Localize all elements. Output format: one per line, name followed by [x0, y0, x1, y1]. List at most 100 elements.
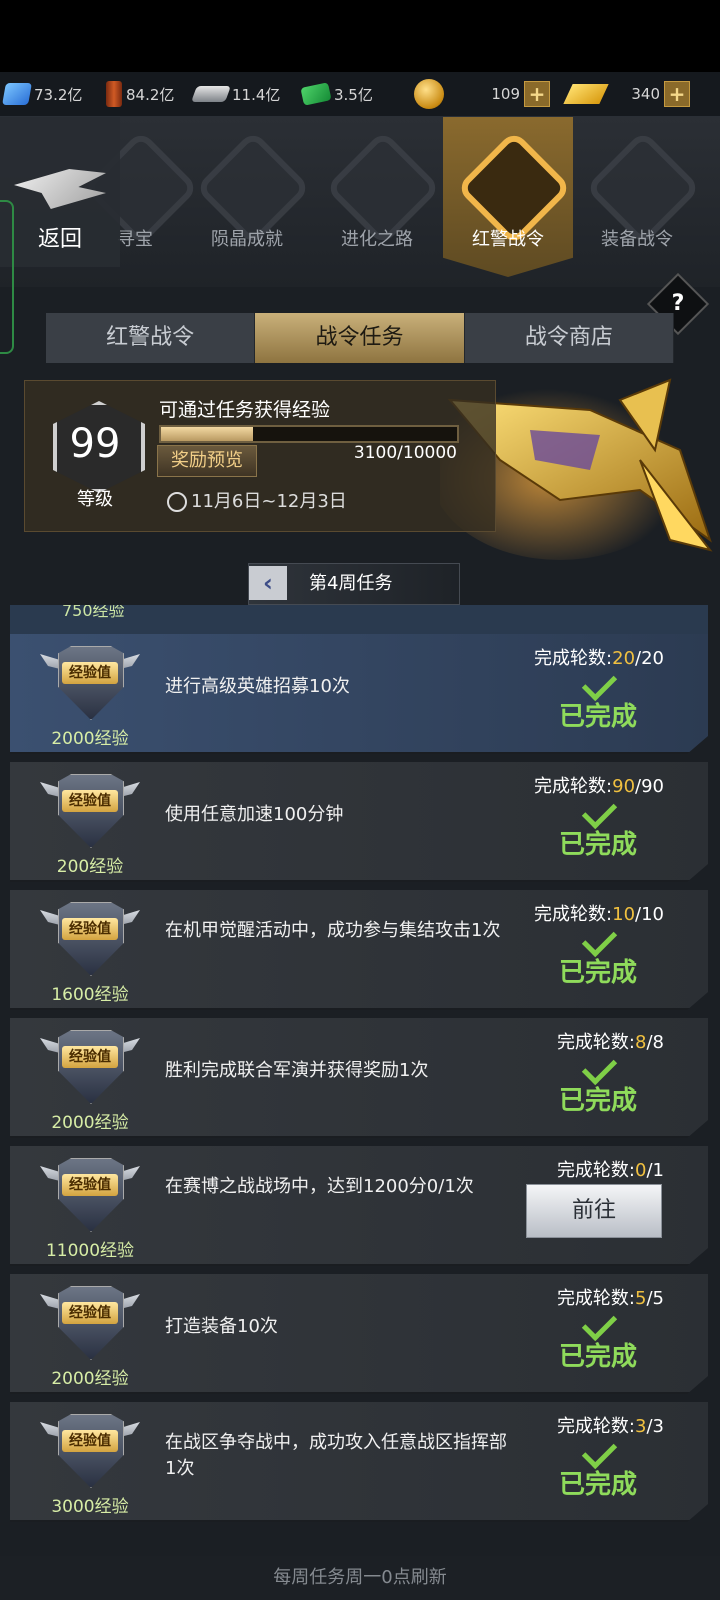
task-row: 经验值 200经验 使用任意加速100分钟 完成轮数:90/90 已完成: [10, 762, 708, 882]
badge-label: 经验值: [62, 918, 118, 940]
tab-evolution[interactable]: 进化之路: [312, 117, 442, 277]
completed-label: 已完成: [558, 702, 637, 732]
badge-label: 经验值: [62, 790, 118, 812]
task-description: 胜利完成联合军演并获得奖励1次: [165, 1060, 429, 1081]
resource-crystal: 73.2亿: [2, 80, 82, 108]
task-row: 经验值 11000经验 在赛博之战战场中，达到1200分0/1次 完成轮数:0/1 前往: [10, 1146, 708, 1266]
exp-progress-bar: [159, 425, 459, 443]
exp-progress-fill: [161, 427, 253, 441]
progress-label: 完成轮数:: [556, 1032, 636, 1053]
status-bar: [0, 0, 720, 72]
progress-label: 完成轮数:: [534, 648, 613, 669]
eagle-icon: [14, 169, 106, 209]
coin-icon: [414, 79, 444, 109]
date-range-text: 11月6日~12月3日: [191, 491, 347, 512]
tab-label: 进化之路: [341, 229, 413, 250]
exp-count: 3100/10000: [353, 443, 457, 463]
exp-amount: 3000经验: [51, 1497, 129, 1517]
tab-meteorite-achievements[interactable]: 陨晶成就: [182, 117, 312, 277]
completed-label: 已完成: [558, 1342, 637, 1372]
subtab-pass-tasks[interactable]: 战令任务: [255, 313, 465, 363]
task-progress: 完成轮数:0/1: [557, 1156, 664, 1182]
progress-label: 完成轮数:: [556, 1288, 636, 1309]
resource-steel: 11.4亿: [191, 80, 281, 108]
task-description: 打造装备10次: [165, 1316, 278, 1337]
completed-label: 已完成: [558, 1470, 637, 1500]
cash-icon: [300, 82, 332, 106]
level-panel: 99 等级 可通过任务获得经验 奖励预览 3100/10000 11月6日~12…: [24, 380, 496, 532]
gold-bar-icon: [563, 84, 609, 104]
add-coins-button[interactable]: +: [524, 81, 550, 107]
clock-icon: [167, 492, 187, 512]
level-badge: 99: [45, 393, 145, 493]
side-handle[interactable]: [0, 200, 14, 354]
exp-badge-icon: 经验值: [40, 896, 140, 976]
completed-status: 已完成: [546, 921, 650, 990]
resource-value: 84.2亿: [126, 85, 175, 104]
task-row: 经验值 2000经验 胜利完成联合军演并获得奖励1次 完成轮数:8/8 已完成: [10, 1018, 708, 1138]
progress-current: 8: [635, 1032, 647, 1053]
exp-badge-icon: 经验值: [40, 768, 140, 848]
progress-total: /10: [635, 904, 664, 925]
exp-badge-icon: 经验值: [40, 1024, 140, 1104]
progress-label: 完成轮数:: [534, 776, 613, 797]
chevron-left-icon[interactable]: ‹: [249, 566, 287, 600]
tab-label: 装备战令: [601, 229, 673, 250]
badge-label: 经验值: [62, 1174, 118, 1196]
progress-total: /1: [646, 1160, 664, 1181]
task-progress: 完成轮数:5/5: [557, 1284, 664, 1310]
back-button[interactable]: 返回: [0, 117, 120, 267]
progress-total: /5: [646, 1288, 664, 1309]
progress-current: 10: [612, 904, 636, 925]
progress-current: 5: [635, 1288, 647, 1309]
completed-label: 已完成: [558, 830, 637, 860]
resource-bar: 73.2亿 84.2亿 11.4亿 3.5亿 109 + 340 +: [0, 72, 720, 117]
resource-value: 11.4亿: [232, 85, 281, 104]
exp-amount: 2000经验: [51, 729, 129, 749]
task-progress: 完成轮数:8/8: [557, 1028, 664, 1054]
coin-balance: 109 +: [414, 79, 550, 109]
level-number: 99: [69, 421, 121, 467]
tab-battle-pass[interactable]: 红警战令: [443, 117, 573, 277]
completed-status: 已完成: [546, 1049, 650, 1118]
tab-label: 红警战令: [472, 229, 544, 250]
tab-label: 陨晶成就: [211, 229, 283, 250]
level-label: 等级: [77, 489, 113, 510]
exp-amount: 2000经验: [51, 1113, 129, 1133]
resource-cash: 3.5亿: [300, 80, 373, 108]
coin-value: 109: [491, 85, 520, 103]
progress-label: 完成轮数:: [556, 1416, 636, 1437]
add-gold-button[interactable]: +: [664, 81, 690, 107]
badge-label: 经验值: [62, 1302, 118, 1324]
exp-badge-icon: 经验值: [40, 1408, 140, 1488]
week-label: 第4周任务: [309, 573, 393, 594]
task-description: 在战区争夺战中，成功攻入任意战区指挥部1次: [165, 1432, 507, 1479]
progress-total: /8: [646, 1032, 664, 1053]
tab-equipment-pass[interactable]: 装备战令: [572, 117, 702, 277]
exp-amount: 2000经验: [51, 1369, 129, 1389]
back-label: 返回: [37, 227, 82, 252]
badge-label: 经验值: [62, 1046, 118, 1068]
completed-status: 已完成: [546, 1305, 650, 1374]
progress-current: 3: [635, 1416, 647, 1437]
task-progress: 完成轮数:20/20: [534, 644, 664, 670]
exp-badge-icon: 经验值: [40, 640, 140, 720]
week-selector: ‹ 第4周任务: [248, 563, 460, 605]
progress-label: 完成轮数:: [556, 1160, 636, 1181]
reward-preview-button[interactable]: 奖励预览: [157, 445, 257, 477]
progress-current: 0: [635, 1160, 647, 1181]
completed-status: 已完成: [546, 665, 650, 734]
subtab-battle-pass[interactable]: 红警战令: [46, 313, 256, 363]
progress-total: /90: [635, 776, 664, 797]
go-button[interactable]: 前往: [526, 1184, 662, 1238]
task-description: 在赛博之战战场中，达到1200分0/1次: [165, 1176, 474, 1197]
task-row: 经验值 1600经验 在机甲觉醒活动中，成功参与集结攻击1次 完成轮数:10/10 已完…: [10, 890, 708, 1010]
exp-amount: 750经验: [62, 605, 125, 620]
task-progress: 完成轮数:10/10: [534, 900, 664, 926]
task-progress: 完成轮数:3/3: [557, 1412, 664, 1438]
resource-oil: 84.2亿: [106, 80, 174, 108]
badge-label: 经验值: [62, 1430, 118, 1452]
exp-amount: 11000经验: [45, 1241, 135, 1261]
gold-balance: 340 +: [563, 80, 690, 108]
completed-label: 已完成: [558, 958, 637, 988]
